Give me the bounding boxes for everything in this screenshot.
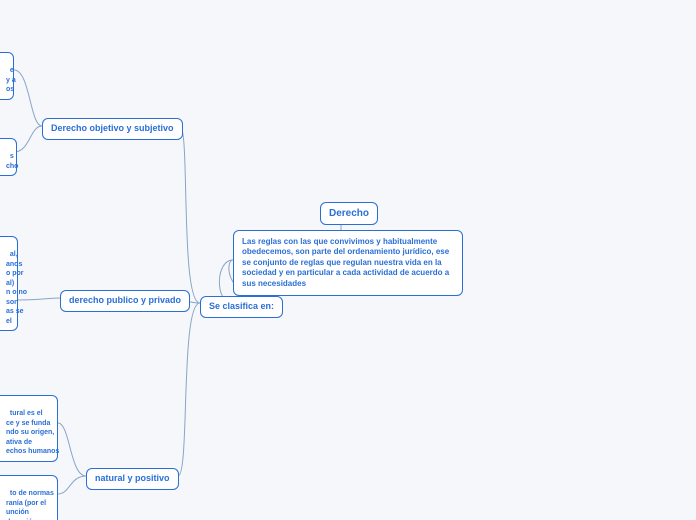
root-label: Derecho bbox=[329, 208, 369, 219]
root-description-text: Las reglas con las que convivimos y habi… bbox=[242, 237, 449, 288]
leaf-node-2[interactable]: s cho bbox=[0, 138, 17, 176]
branch-natural-positivo[interactable]: natural y positivo bbox=[86, 468, 179, 490]
branch2-label: derecho publico y privado bbox=[69, 295, 181, 305]
leaf2-text: s cho bbox=[6, 153, 18, 169]
branch-objetivo-subjetivo[interactable]: Derecho objetivo y subjetivo bbox=[42, 118, 183, 140]
leaf3-text: al, anos o por al) n o no son as se el bbox=[6, 251, 27, 324]
hub-label: Se clasifica en: bbox=[209, 301, 274, 311]
branch3-label: natural y positivo bbox=[95, 473, 170, 483]
root-description-node[interactable]: Las reglas con las que convivimos y habi… bbox=[233, 230, 463, 296]
leaf5-text: to de normas ranía (por el unción ducaci… bbox=[6, 490, 54, 520]
leaf-node-1[interactable]: e y a os bbox=[0, 52, 14, 100]
leaf1-text: e y a os bbox=[6, 67, 16, 93]
leaf4-text: tural es el ce y se funda ndo su origen,… bbox=[6, 410, 59, 455]
leaf-node-3[interactable]: al, anos o por al) n o no son as se el bbox=[0, 236, 18, 331]
root-node-derecho[interactable]: Derecho bbox=[320, 202, 378, 225]
branch1-label: Derecho objetivo y subjetivo bbox=[51, 123, 174, 133]
leaf-node-4[interactable]: tural es el ce y se funda ndo su origen,… bbox=[0, 395, 58, 462]
leaf-node-5[interactable]: to de normas ranía (por el unción ducaci… bbox=[0, 475, 58, 520]
hub-node-se-clasifica[interactable]: Se clasifica en: bbox=[200, 296, 283, 318]
branch-publico-privado[interactable]: derecho publico y privado bbox=[60, 290, 190, 312]
